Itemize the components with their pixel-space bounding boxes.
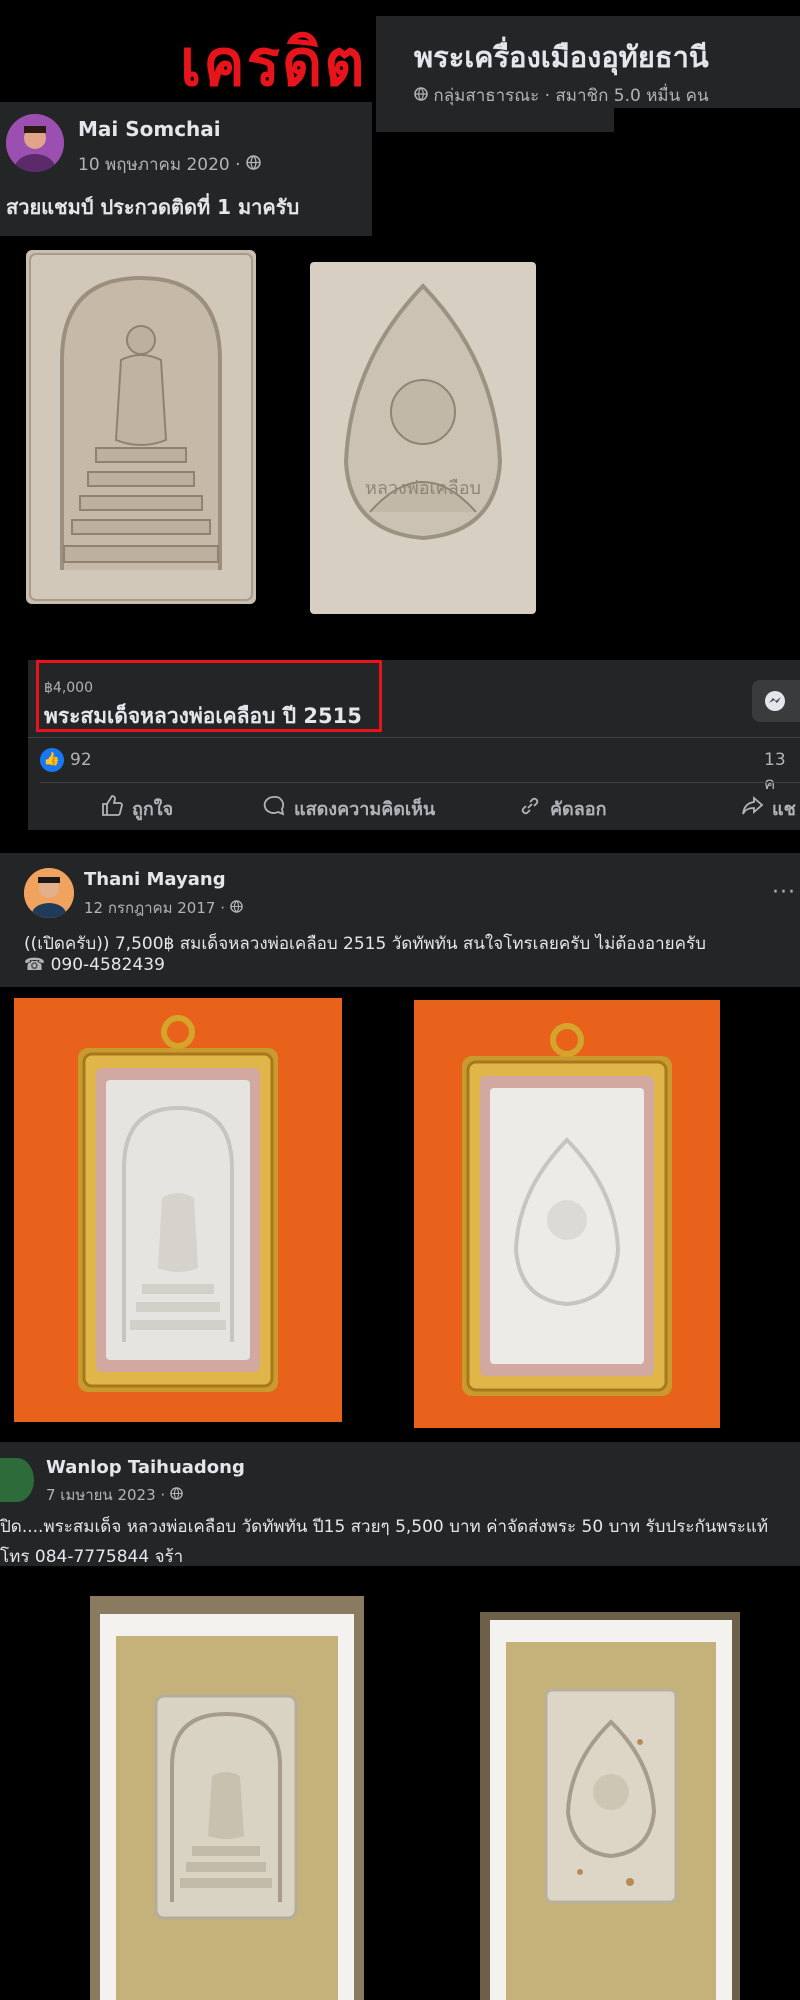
more-icon[interactable]: ··· <box>772 880 796 905</box>
comment-icon <box>262 794 286 823</box>
divider <box>28 737 800 738</box>
share-button[interactable]: แช <box>740 794 796 823</box>
credit-label: เครดิต <box>180 27 367 100</box>
amulet-photo-luangpho-back[interactable]: หลวงพ่อเคลือบ <box>310 262 536 614</box>
copy-label: คัดลอก <box>550 799 607 820</box>
item-title[interactable]: พระสมเด็จหลวงพ่อเคลือบ ปี 2515 <box>44 700 362 733</box>
messenger-button[interactable] <box>752 680 800 722</box>
post-text: ปิด....พระสมเด็จ หลวงพ่อเคลือบ วัดทัพทัน… <box>0 1517 769 1537</box>
like-icon: 👍 <box>40 748 64 772</box>
globe-icon <box>414 86 433 106</box>
framed-amulet-photo-back[interactable] <box>414 1000 720 1428</box>
share-label: แช <box>772 799 796 820</box>
post-text: ((เปิดครับ)) 7,500฿ สมเด็จหลวงพ่อเคลือบ … <box>24 934 706 954</box>
globe-icon <box>229 899 243 917</box>
background-gap <box>614 108 800 238</box>
framed-amulet-photo-front[interactable] <box>14 998 342 1422</box>
phone-number: 090-4582439 <box>50 955 165 975</box>
post-author[interactable]: Mai Somchai <box>78 117 221 141</box>
comment-button[interactable]: แสดงความคิดเห็น <box>262 794 435 823</box>
comment-label: แสดงความคิดเห็น <box>294 799 436 820</box>
post-date[interactable]: 7 เมษายน 2023 · <box>46 1483 183 1507</box>
post-phone: โทร 084-7775844 จร้า <box>0 1547 184 1567</box>
post-date[interactable]: 12 กรกฎาคม 2017 · <box>84 896 243 920</box>
like-label: ถูกใจ <box>132 799 174 820</box>
group-title[interactable]: พระเครื่องเมืองอุทัยธานี <box>414 34 709 80</box>
post-text: สวยแชมป์ ประกวดติดที่ 1 มาครับ <box>6 195 300 219</box>
copy-icon <box>518 794 542 823</box>
avatar[interactable] <box>6 114 64 172</box>
like-button[interactable]: ถูกใจ <box>100 794 173 823</box>
divider <box>40 782 800 783</box>
boxed-amulet-photo-front[interactable] <box>90 1596 364 2000</box>
post-author[interactable]: Thani Mayang <box>84 869 226 890</box>
avatar[interactable] <box>0 1458 34 1502</box>
avatar[interactable] <box>24 868 74 918</box>
amulet-photo-somdej[interactable] <box>26 250 256 604</box>
share-icon <box>740 794 764 823</box>
comment-count[interactable]: 13 ค <box>764 750 800 797</box>
svg-text:หลวงพ่อเคลือบ: หลวงพ่อเคลือบ <box>365 478 481 499</box>
boxed-amulet-photo-back[interactable] <box>480 1612 740 2000</box>
like-count[interactable]: 92 <box>70 750 92 770</box>
post-phone: ☎ 090-4582439 <box>24 955 165 975</box>
post-date-text: 7 เมษายน 2023 · <box>46 1486 166 1504</box>
post-date[interactable]: 10 พฤษภาคม 2020 · <box>78 151 261 178</box>
post-author[interactable]: Wanlop Taihuadong <box>46 1457 245 1478</box>
group-meta: กลุ่มสาธารณะ · สมาชิก 5.0 หมื่น คน <box>414 82 709 109</box>
post-date-text: 12 กรกฎาคม 2017 · <box>84 899 225 917</box>
copy-button[interactable]: คัดลอก <box>518 794 606 823</box>
globe-icon <box>170 1486 183 1504</box>
post-date-text: 10 พฤษภาคม 2020 · <box>78 155 241 175</box>
group-meta-text: กลุ่มสาธารณะ · สมาชิก 5.0 หมื่น คน <box>433 86 709 106</box>
globe-icon <box>246 155 261 175</box>
messenger-icon <box>764 690 786 716</box>
phone-icon: ☎ <box>24 955 46 975</box>
item-price: ฿4,000 <box>44 680 93 696</box>
like-icon <box>100 794 124 823</box>
